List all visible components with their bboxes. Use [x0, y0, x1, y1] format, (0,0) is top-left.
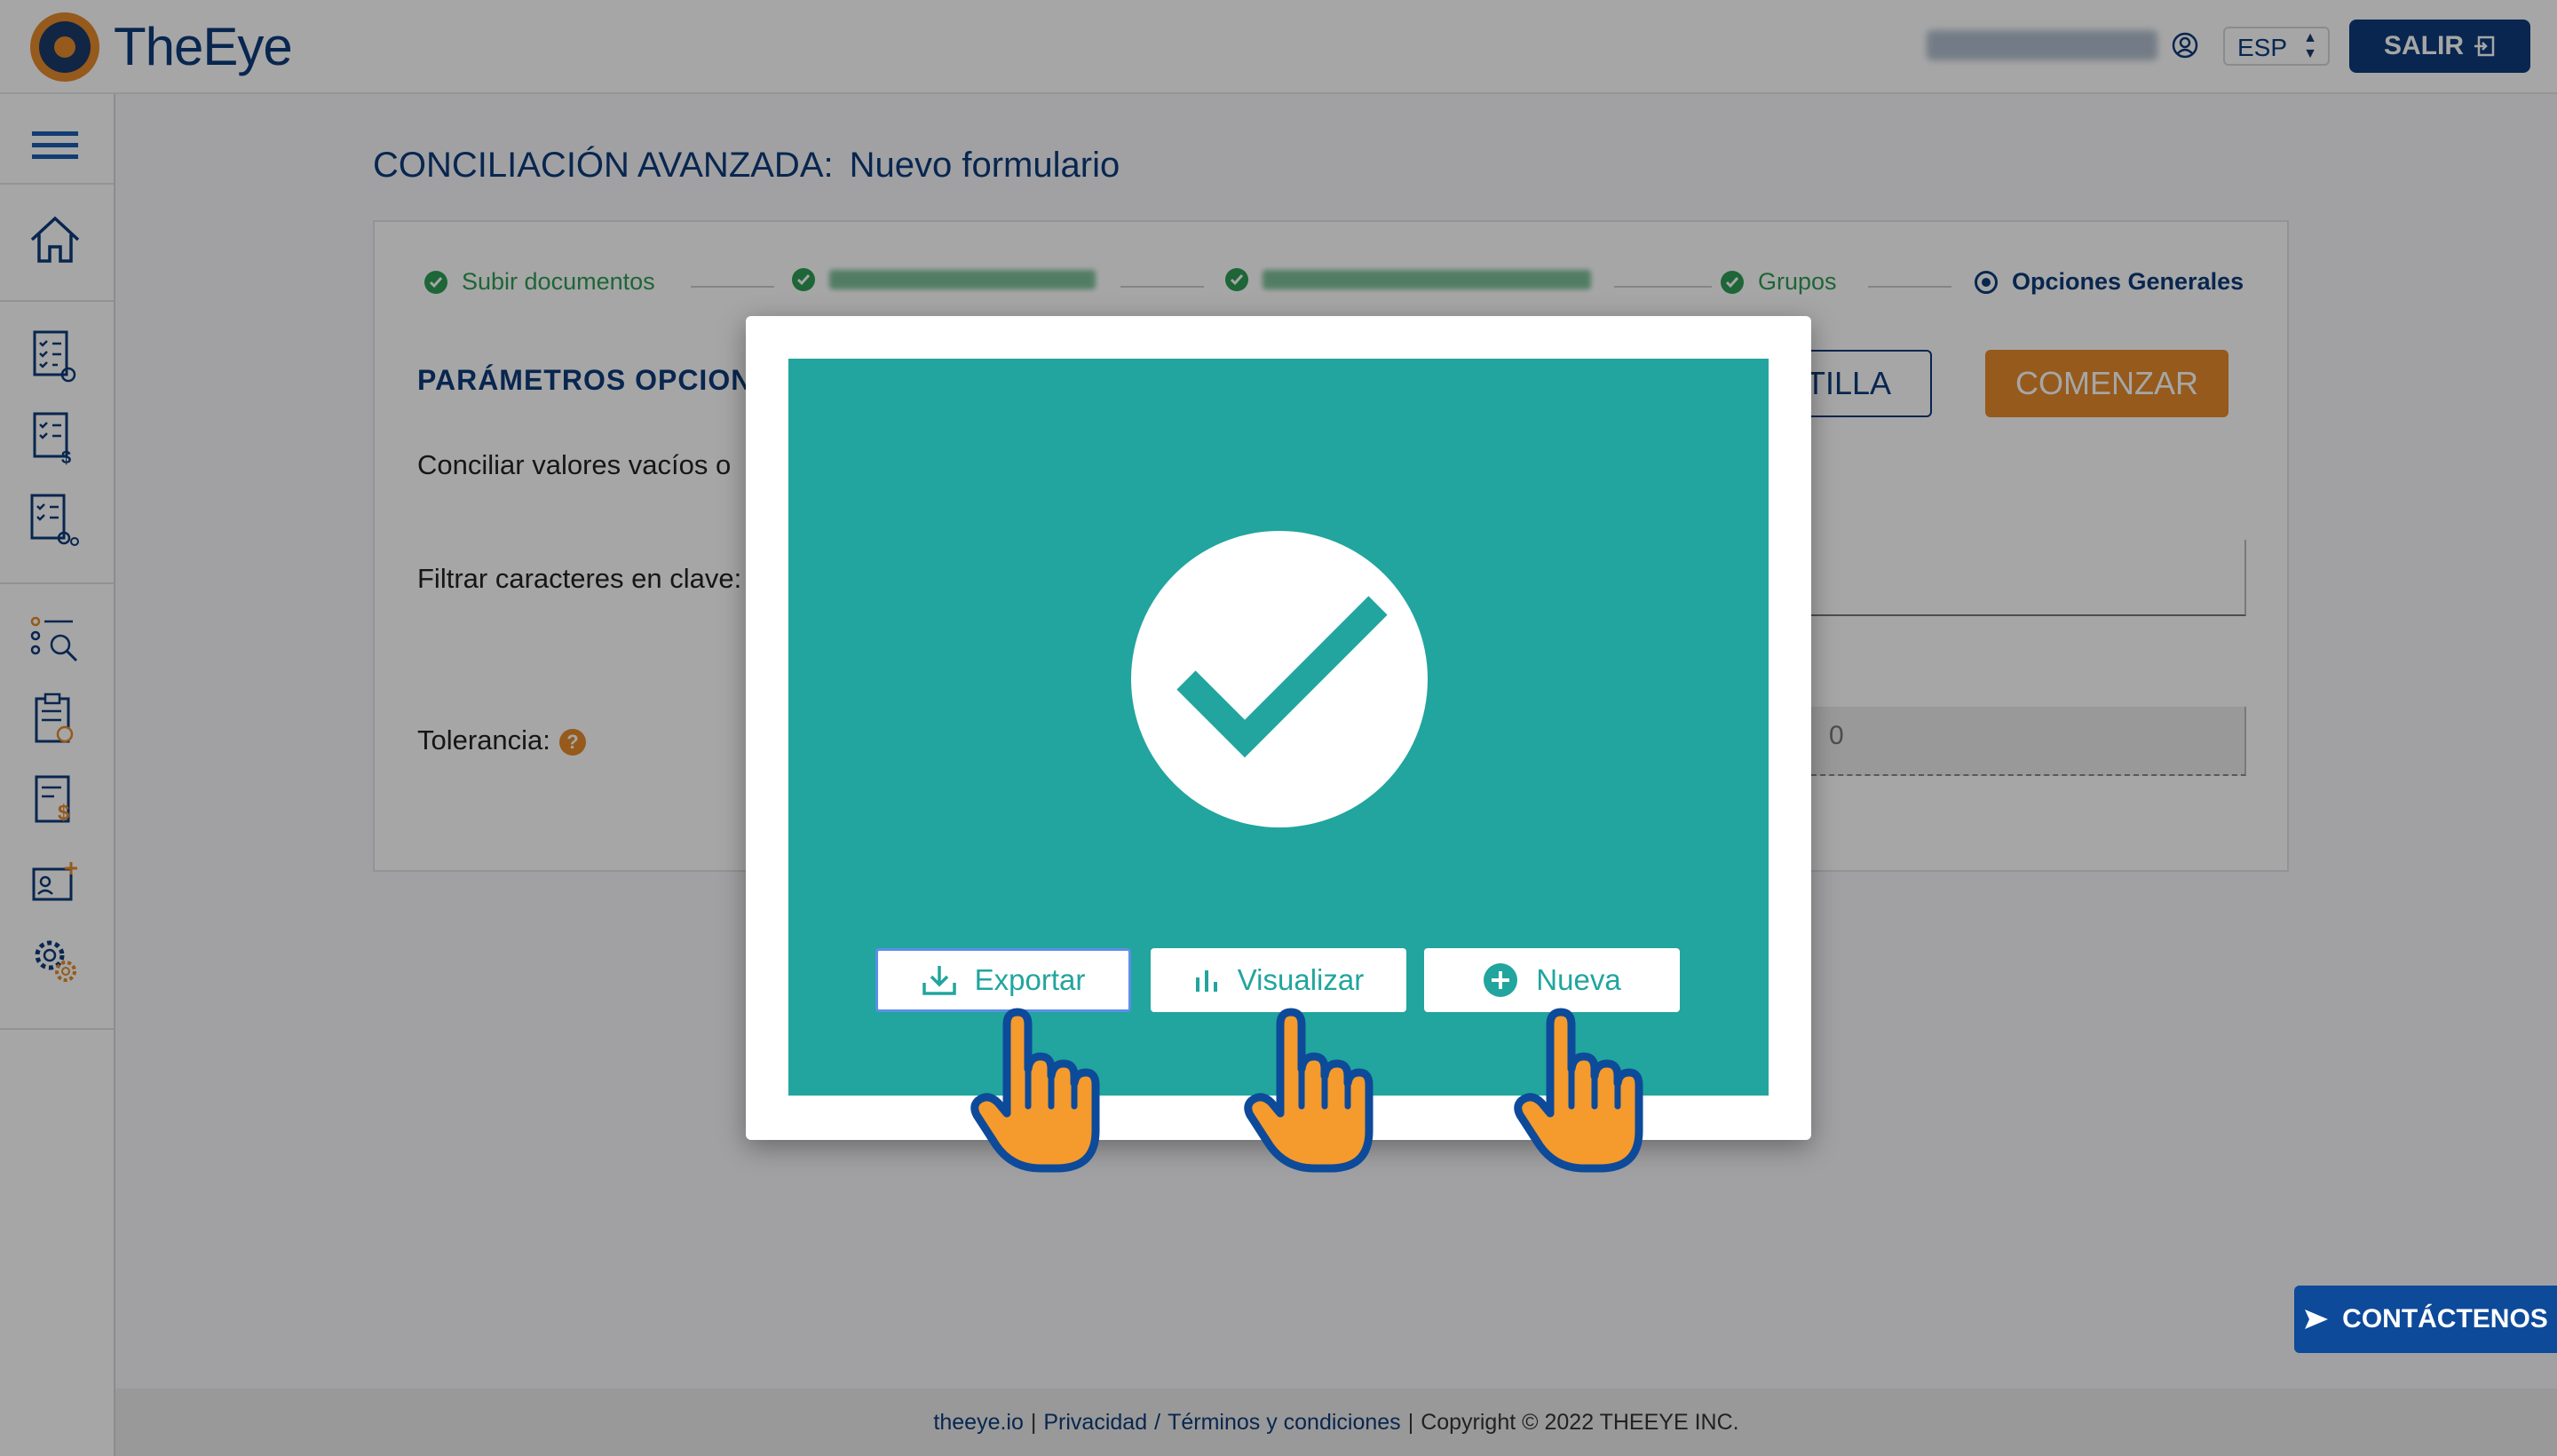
contact-button[interactable]: CONTÁCTENOS — [2294, 1286, 2557, 1353]
send-icon — [2305, 1310, 2329, 1329]
visualize-label: Visualizar — [1237, 963, 1365, 996]
export-button[interactable]: Exportar — [875, 948, 1131, 1012]
pointing-hand-icon — [1244, 1008, 1373, 1173]
new-label: Nueva — [1536, 963, 1621, 996]
success-check-icon — [1131, 531, 1428, 827]
pointing-hand-icon — [1514, 1008, 1643, 1173]
download-icon — [922, 966, 956, 995]
pointing-hand-icon — [970, 1008, 1100, 1173]
bar-chart-icon — [1195, 970, 1217, 992]
contact-label: CONTÁCTENOS — [2342, 1304, 2548, 1333]
success-panel: Exportar Visualizar Nueva — [788, 359, 1769, 1096]
visualize-button[interactable]: Visualizar — [1151, 948, 1406, 1012]
plus-circle-icon — [1484, 963, 1518, 997]
new-button[interactable]: Nueva — [1424, 948, 1680, 1012]
export-label: Exportar — [974, 963, 1086, 996]
